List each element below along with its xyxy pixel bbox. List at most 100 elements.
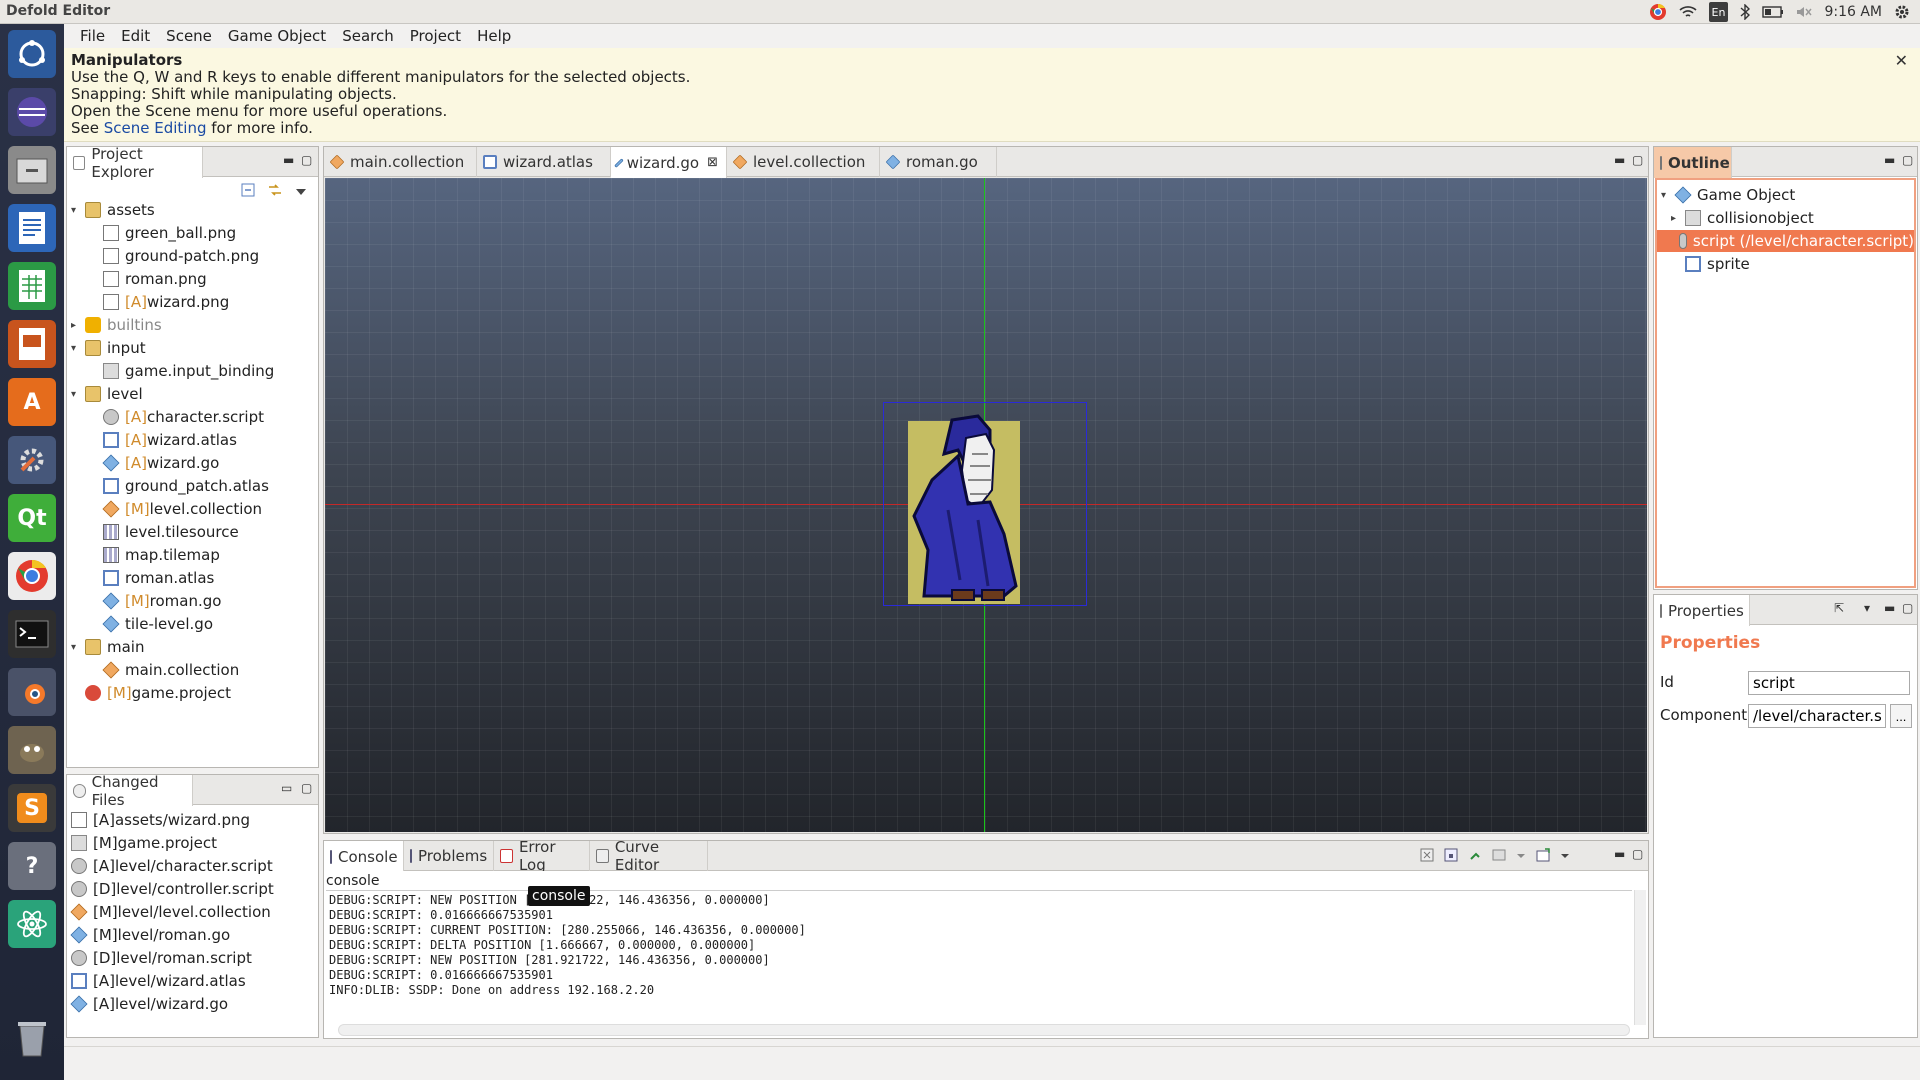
keyboard-language-indicator[interactable]: En — [1708, 2, 1729, 22]
tree-item[interactable]: green_ball.png — [89, 222, 236, 244]
qt-creator-icon[interactable]: Qt — [8, 494, 56, 542]
tree-item[interactable]: [A] character.script — [89, 406, 264, 428]
tab-changed-files[interactable]: Changed Files — [67, 773, 193, 809]
expand-arrow-icon[interactable]: ▾ — [1661, 190, 1673, 201]
dropdown-icon[interactable] — [1516, 848, 1526, 866]
tree-item[interactable]: ▸ builtins — [71, 314, 162, 336]
console-output[interactable]: DEBUG:SCRIPT: NEW POSITION [281.921722, … — [326, 890, 1632, 1025]
maximize-icon[interactable]: ▢ — [301, 781, 312, 795]
battery-icon[interactable] — [1762, 2, 1784, 22]
tree-item[interactable]: roman.png — [89, 268, 207, 290]
minimize-icon[interactable]: ▬ — [1614, 847, 1625, 861]
tree-item[interactable]: roman.atlas — [89, 567, 214, 589]
collapse-arrow-icon[interactable]: ▸ — [71, 320, 83, 331]
tab-properties[interactable]: Properties — [1654, 595, 1750, 626]
pin-icon[interactable]: ⇱ — [1834, 601, 1844, 615]
changed-file-item[interactable]: [D]level/roman.script — [71, 947, 252, 969]
eclipse-launcher-icon[interactable] — [8, 88, 56, 136]
tree-item[interactable]: ▾ assets — [71, 199, 155, 221]
minimize-icon[interactable]: ▬ — [1614, 153, 1625, 167]
horizontal-scrollbar[interactable] — [338, 1024, 1630, 1036]
tree-item[interactable]: tile-level.go — [89, 613, 213, 635]
display-console-icon[interactable] — [1492, 848, 1506, 866]
tree-item[interactable]: [A] wizard.go — [89, 452, 219, 474]
link-with-editor-icon[interactable] — [267, 183, 283, 201]
blender-launcher-icon[interactable] — [8, 668, 56, 716]
expand-arrow-icon[interactable]: ▾ — [71, 343, 83, 354]
expand-arrow-icon[interactable]: ▾ — [71, 205, 83, 216]
ubuntu-dash-icon[interactable] — [8, 30, 56, 78]
changed-file-item[interactable]: [A]level/wizard.atlas — [71, 970, 246, 992]
tree-item[interactable]: level.tilesource — [89, 521, 239, 543]
minimize-icon[interactable]: ▬ — [283, 153, 294, 167]
outline-item[interactable]: ▾ Game Object — [1657, 184, 1914, 206]
changed-file-item[interactable]: [M]level/level.collection — [70, 901, 271, 923]
outline-item[interactable]: ▸ collisionobject — [1657, 207, 1914, 229]
tree-item[interactable]: ▾ main — [71, 636, 144, 658]
menu-project[interactable]: Project — [402, 27, 469, 45]
tree-item[interactable]: [M] game.project — [71, 682, 231, 704]
view-menu-icon[interactable]: ▾ — [1864, 601, 1870, 615]
system-settings-icon[interactable] — [8, 436, 56, 484]
dropdown-icon[interactable] — [1560, 848, 1570, 866]
bluetooth-icon[interactable] — [1740, 2, 1751, 22]
maximize-icon[interactable]: ▢ — [1632, 153, 1643, 167]
tab-wizard-atlas[interactable]: wizard.atlas — [477, 147, 611, 177]
menu-edit[interactable]: Edit — [113, 27, 158, 45]
maximize-icon[interactable]: ▢ — [301, 153, 312, 167]
expand-arrow-icon[interactable]: ▸ — [1671, 213, 1683, 224]
changed-file-item[interactable]: [A]level/wizard.go — [70, 993, 228, 1015]
tree-item[interactable]: ground_patch.atlas — [89, 475, 269, 497]
changed-file-item[interactable]: [M]game.project — [71, 832, 217, 854]
tree-item[interactable]: [M] level.collection — [89, 498, 262, 520]
open-console-icon[interactable] — [1536, 848, 1550, 866]
gimp-launcher-icon[interactable] — [8, 726, 56, 774]
chrome-indicator-icon[interactable] — [1649, 2, 1667, 22]
menu-scene[interactable]: Scene — [158, 27, 220, 45]
atom-launcher-icon[interactable] — [8, 900, 56, 948]
tree-item[interactable]: [M] roman.go — [89, 590, 221, 612]
collapse-all-icon[interactable] — [241, 183, 255, 201]
component-field[interactable] — [1748, 704, 1886, 728]
gear-icon[interactable] — [1894, 2, 1910, 22]
tab-project-explorer[interactable]: Project Explorer — [67, 145, 203, 181]
close-tab-icon[interactable]: ⊠ — [707, 155, 718, 170]
close-icon[interactable]: ✕ — [1895, 52, 1908, 69]
wifi-icon[interactable] — [1678, 2, 1697, 22]
software-center-icon[interactable]: A — [8, 378, 56, 426]
writer-launcher-icon[interactable] — [8, 204, 56, 252]
tree-item[interactable]: [A] wizard.atlas — [89, 429, 237, 451]
menu-help[interactable]: Help — [469, 27, 519, 45]
trash-icon[interactable] — [8, 1014, 56, 1062]
tab-main-collection[interactable]: main.collection — [324, 147, 477, 177]
minimize-icon[interactable]: ▭ — [281, 781, 292, 795]
maximize-icon[interactable]: ▢ — [1902, 601, 1913, 615]
tab-error-log[interactable]: Error Log — [494, 838, 590, 874]
impress-launcher-icon[interactable] — [8, 320, 56, 368]
minimize-icon[interactable]: ▬ — [1884, 601, 1895, 615]
expand-arrow-icon[interactable]: ▾ — [71, 389, 83, 400]
tab-roman-go[interactable]: roman.go — [880, 147, 997, 177]
help-launcher-icon[interactable]: ? — [8, 842, 56, 890]
tab-curve-editor[interactable]: Curve Editor — [590, 838, 708, 874]
menu-game-object[interactable]: Game Object — [220, 27, 334, 45]
menu-search[interactable]: Search — [334, 27, 402, 45]
tree-item[interactable]: [A] wizard.png — [89, 291, 229, 313]
scene-viewport[interactable] — [325, 178, 1647, 832]
calc-launcher-icon[interactable] — [8, 262, 56, 310]
tab-console[interactable]: Console — [324, 841, 404, 872]
minimize-icon[interactable]: ▬ — [1884, 153, 1895, 167]
chrome-launcher-icon[interactable] — [8, 552, 56, 600]
scroll-lock-icon[interactable] — [1444, 848, 1458, 866]
pin-console-icon[interactable] — [1468, 848, 1482, 866]
tree-item[interactable]: main.collection — [89, 659, 239, 681]
tab-outline[interactable]: Outline — [1654, 147, 1732, 178]
outline-item[interactable]: script (/level/character.script) — [1657, 230, 1914, 252]
view-menu-icon[interactable] — [295, 183, 307, 201]
tree-item[interactable]: ground-patch.png — [89, 245, 259, 267]
outline-item[interactable]: sprite — [1657, 253, 1914, 275]
tree-item[interactable]: game.input_binding — [89, 360, 274, 382]
files-launcher-icon[interactable] — [8, 146, 56, 194]
changed-file-item[interactable]: [D]level/controller.script — [71, 878, 274, 900]
menu-file[interactable]: File — [72, 27, 113, 45]
